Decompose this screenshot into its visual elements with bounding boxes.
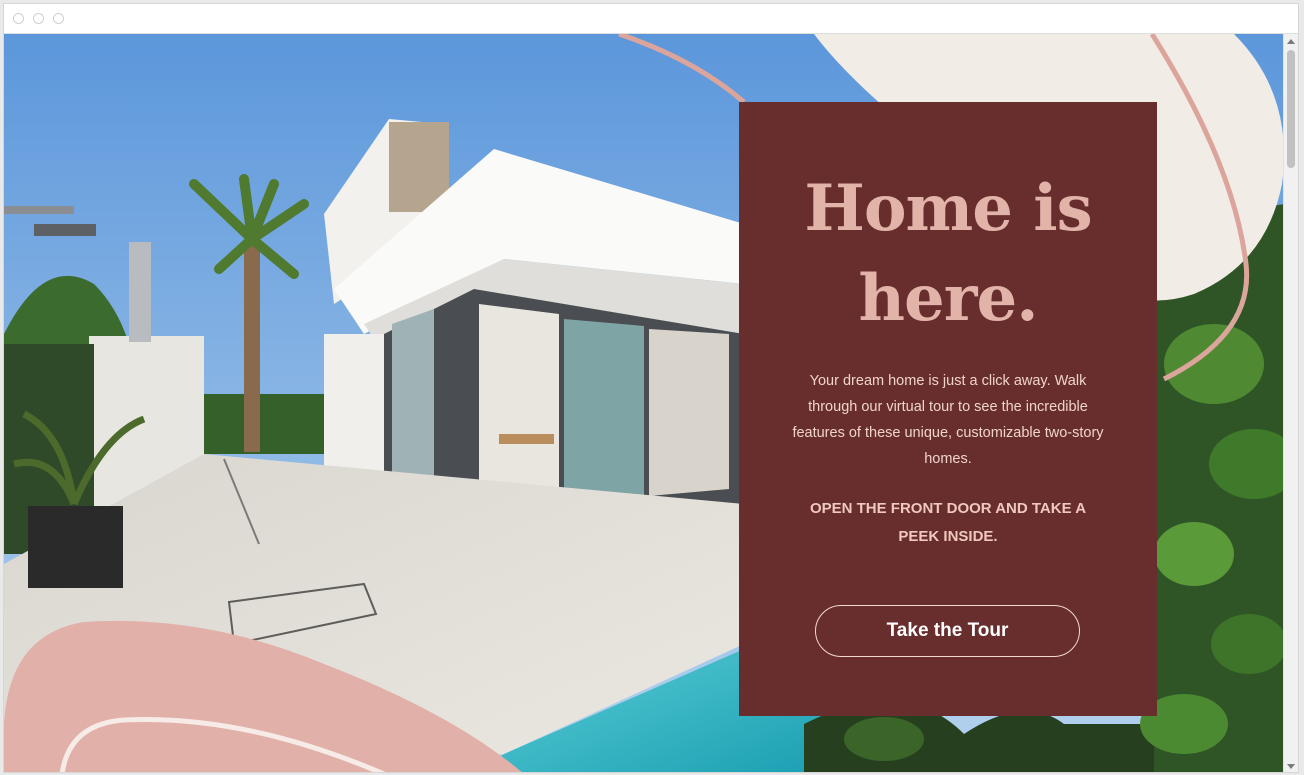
browser-window: Home is here. Your dream home is just a … [3, 3, 1299, 773]
window-control-dot-icon[interactable] [33, 13, 44, 24]
take-the-tour-button[interactable]: Take the Tour [815, 605, 1080, 657]
window-titlebar [4, 4, 1298, 34]
scroll-down-arrow-icon[interactable] [1287, 764, 1295, 769]
window-control-dot-icon[interactable] [53, 13, 64, 24]
hero-description: Your dream home is just a click away. Wa… [792, 373, 1104, 467]
window-control-dot-icon[interactable] [13, 13, 24, 24]
hero-headline: Home is here. [804, 171, 1092, 336]
hero-call-to-action: OPEN THE FRONT DOOR AND TAKE A PEEK INSI… [809, 500, 1087, 545]
hero-card: Home is here. Your dream home is just a … [739, 102, 1157, 716]
page-viewport: Home is here. Your dream home is just a … [4, 34, 1285, 772]
scrollbar-thumb[interactable] [1287, 50, 1295, 168]
vertical-scrollbar[interactable] [1283, 34, 1298, 772]
scroll-up-arrow-icon[interactable] [1287, 39, 1295, 44]
